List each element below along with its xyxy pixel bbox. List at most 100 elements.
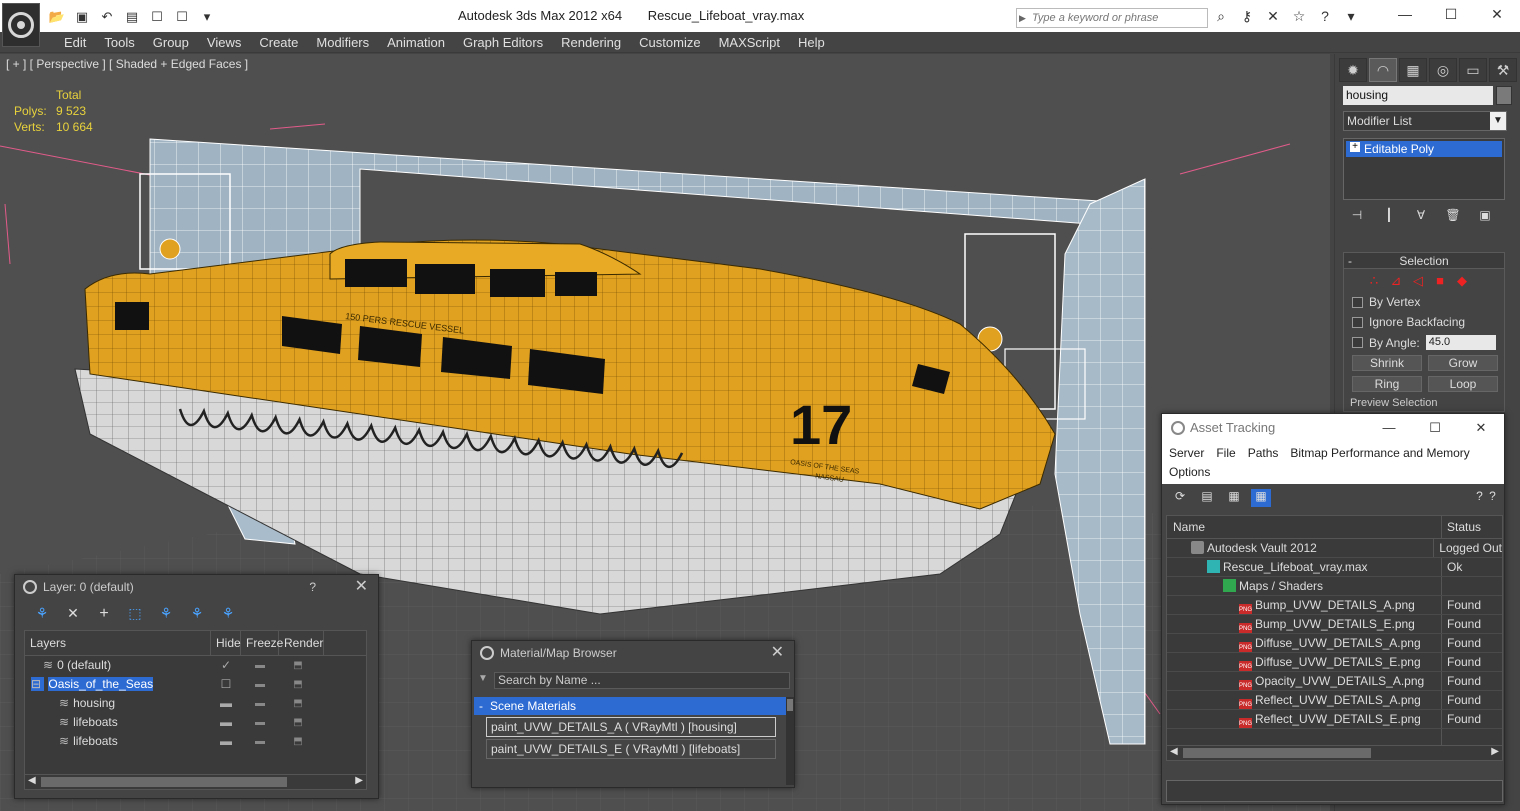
- asset-path-field[interactable]: [1166, 780, 1503, 802]
- render-toggle[interactable]: ⬒: [279, 694, 317, 713]
- workspace-icon[interactable]: ☐: [171, 8, 193, 26]
- create-layer-icon[interactable]: ⚘: [31, 605, 53, 625]
- horizontal-scrollbar[interactable]: ◀ ▶: [1167, 745, 1502, 760]
- thumbnail-view-icon[interactable]: ▦: [1224, 489, 1244, 507]
- binoculars-icon[interactable]: ⌕: [1210, 8, 1232, 26]
- by-vertex-option[interactable]: By Vertex: [1352, 295, 1504, 309]
- layer-row[interactable]: ≋ 0 (default) ✓ ▬ ⬒: [25, 656, 366, 675]
- save-icon[interactable]: ▣: [71, 8, 93, 26]
- key-icon[interactable]: ⚷: [1236, 8, 1258, 26]
- refresh-icon[interactable]: ⟳: [1170, 489, 1190, 507]
- show-end-result-icon[interactable]: ┃: [1377, 208, 1401, 226]
- minimize-button[interactable]: —: [1382, 0, 1428, 30]
- add-to-layer-icon[interactable]: +: [93, 605, 115, 625]
- object-name-field[interactable]: housing: [1343, 86, 1493, 105]
- scroll-left-icon[interactable]: ◀: [1170, 746, 1178, 757]
- close-button[interactable]: ✕: [1458, 414, 1504, 442]
- hide-toggle[interactable]: ▬: [211, 732, 241, 751]
- material-item[interactable]: paint_UVW_DETAILS_E ( VRayMtl ) [lifeboa…: [486, 739, 776, 759]
- modify-tab-icon[interactable]: ◠: [1369, 58, 1397, 82]
- scroll-thumb[interactable]: [41, 777, 287, 787]
- by-angle-option[interactable]: By Angle: 45.0: [1352, 335, 1504, 350]
- menu-create[interactable]: Create: [250, 34, 307, 51]
- modifier-list-dropdown[interactable]: Modifier List ▼: [1343, 111, 1507, 131]
- border-icon[interactable]: ◁: [1410, 273, 1426, 289]
- utilities-tab-icon[interactable]: ⚒: [1489, 58, 1517, 82]
- close-button[interactable]: ✕: [1474, 0, 1520, 30]
- vertex-icon[interactable]: ∴: [1366, 273, 1382, 289]
- configure-sets-icon[interactable]: ▣: [1473, 208, 1497, 226]
- freeze-toggle[interactable]: ▬: [241, 656, 279, 675]
- col-name[interactable]: Name: [1167, 516, 1442, 538]
- menu-animation[interactable]: Animation: [378, 34, 454, 51]
- asset-menu-paths[interactable]: Paths: [1248, 446, 1279, 460]
- make-unique-icon[interactable]: ∀: [1409, 208, 1433, 226]
- layer-dialog-title-bar[interactable]: Layer: 0 (default) ? ✕: [15, 575, 378, 600]
- menu-edit[interactable]: Edit: [55, 34, 95, 51]
- asset-row[interactable]: Rescue_Lifeboat_vray.max Ok: [1167, 558, 1502, 577]
- freeze-toggle[interactable]: ▬: [241, 694, 279, 713]
- menu-modifiers[interactable]: Modifiers: [307, 34, 378, 51]
- stack-item-editable-poly[interactable]: Editable Poly: [1346, 141, 1502, 157]
- asset-menu-server[interactable]: Server: [1169, 446, 1204, 460]
- remove-modifier-icon[interactable]: 🗑: [1441, 208, 1465, 226]
- project-icon[interactable]: ▤: [121, 8, 143, 26]
- open-icon[interactable]: 📂: [46, 8, 68, 26]
- hide-all-icon[interactable]: ⚘: [186, 605, 208, 625]
- material-browser-title-bar[interactable]: Material/Map Browser ✕: [472, 641, 794, 666]
- ignore-backfacing-option[interactable]: Ignore Backfacing: [1352, 315, 1504, 329]
- scroll-right-icon[interactable]: ▶: [355, 775, 363, 786]
- options-menu-icon[interactable]: ▼: [478, 673, 488, 684]
- help-icon[interactable]: ?: [1314, 8, 1336, 26]
- asset-row[interactable]: PNG Opacity_UVW_DETAILS_A.png Found: [1167, 672, 1502, 691]
- scroll-thumb[interactable]: [1183, 748, 1371, 758]
- menu-maxscript[interactable]: MAXScript: [710, 34, 789, 51]
- asset-tracking-title-bar[interactable]: Asset Tracking — ☐ ✕: [1162, 414, 1504, 442]
- maximize-button[interactable]: ☐: [1412, 414, 1458, 442]
- select-objects-icon[interactable]: ⬚: [124, 605, 146, 625]
- menu-graph-editors[interactable]: Graph Editors: [454, 34, 552, 51]
- scroll-right-icon[interactable]: ▶: [1491, 746, 1499, 757]
- hide-toggle[interactable]: ▬: [211, 694, 241, 713]
- horizontal-scrollbar[interactable]: ◀ ▶: [25, 774, 366, 789]
- asset-menu-file[interactable]: File: [1216, 446, 1235, 460]
- angle-spinner[interactable]: 45.0: [1425, 335, 1496, 350]
- menu-tools[interactable]: Tools: [95, 34, 143, 51]
- display-tab-icon[interactable]: ▭: [1459, 58, 1487, 82]
- motion-tab-icon[interactable]: ◎: [1429, 58, 1457, 82]
- material-search-input[interactable]: Search by Name ...: [494, 672, 790, 689]
- render-toggle[interactable]: ⬒: [279, 656, 317, 675]
- asset-menu-bitmap-performance-and-memory[interactable]: Bitmap Performance and Memory: [1290, 446, 1469, 460]
- menu-views[interactable]: Views: [198, 34, 250, 51]
- freeze-toggle[interactable]: ▬: [241, 675, 279, 694]
- help-icon[interactable]: ?: [1476, 489, 1483, 507]
- new-icon[interactable]: ☐: [146, 8, 168, 26]
- loop-button[interactable]: Loop: [1428, 376, 1498, 392]
- layer-row[interactable]: ⊟ Oasis_of_the_Seas ☐ ▬ ⬒: [25, 675, 366, 694]
- ring-button[interactable]: Ring: [1352, 376, 1422, 392]
- grow-button[interactable]: Grow: [1428, 355, 1498, 371]
- ignore-backfacing-checkbox[interactable]: [1352, 316, 1363, 328]
- chevron-down-icon[interactable]: ▾: [1340, 8, 1362, 26]
- asset-row[interactable]: PNG Bump_UVW_DETAILS_E.png Found: [1167, 615, 1502, 634]
- scene-materials-group[interactable]: Scene Materials: [474, 697, 786, 715]
- list-view-icon[interactable]: ▤: [1197, 489, 1217, 507]
- polygon-icon[interactable]: ■: [1432, 273, 1448, 289]
- create-tab-icon[interactable]: ✹: [1339, 58, 1367, 82]
- object-color-swatch[interactable]: [1496, 86, 1512, 105]
- hide-toggle[interactable]: ☐: [211, 675, 241, 694]
- layer-row[interactable]: ≋ lifeboats ▬ ▬ ⬒: [25, 732, 366, 751]
- asset-row[interactable]: PNG Diffuse_UVW_DETAILS_E.png Found: [1167, 653, 1502, 672]
- highlight-layer-icon[interactable]: ⚘: [155, 605, 177, 625]
- material-item[interactable]: paint_UVW_DETAILS_A ( VRayMtl ) [housing…: [486, 717, 776, 737]
- selection-rollout-title[interactable]: Selection: [1344, 253, 1504, 269]
- by-vertex-checkbox[interactable]: [1352, 296, 1363, 308]
- scroll-left-icon[interactable]: ◀: [28, 775, 36, 786]
- table-view-icon[interactable]: ▦: [1251, 489, 1271, 507]
- col-layers[interactable]: Layers: [25, 631, 211, 655]
- viewport-label[interactable]: [ + ] [ Perspective ] [ Shaded + Edged F…: [6, 57, 248, 71]
- close-button[interactable]: ✕: [355, 575, 368, 599]
- close-button[interactable]: ✕: [771, 641, 784, 665]
- minimize-button[interactable]: —: [1366, 414, 1412, 442]
- menu-rendering[interactable]: Rendering: [552, 34, 630, 51]
